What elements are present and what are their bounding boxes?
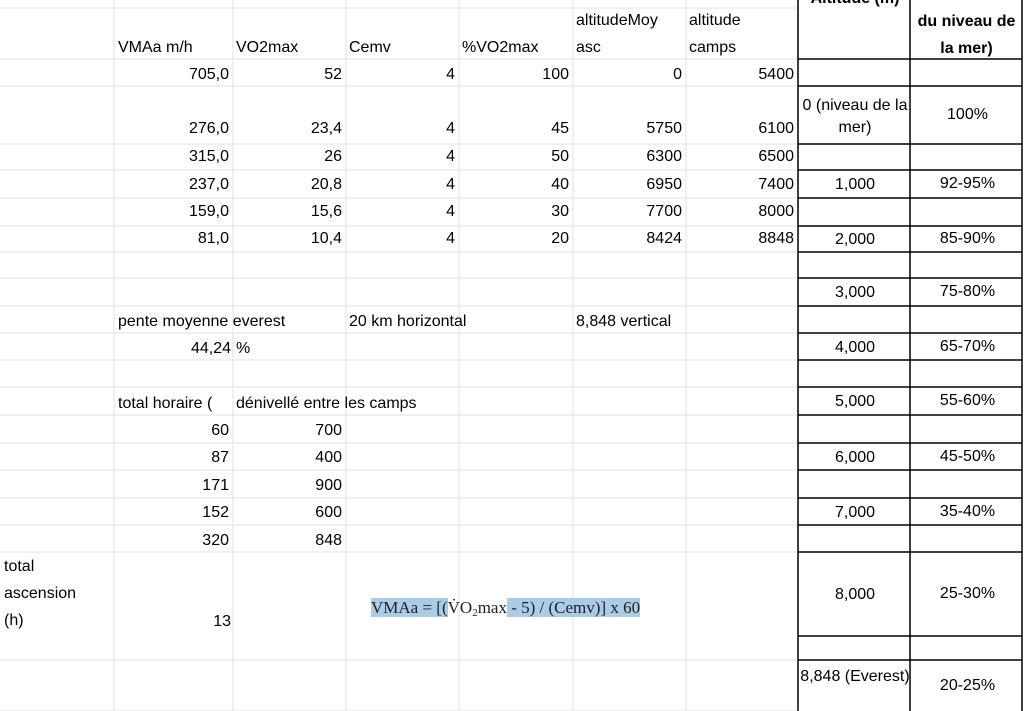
formula-subscript: 2 bbox=[472, 607, 478, 619]
header-total-horaire[interactable]: total horaire ( bbox=[118, 394, 231, 413]
cell-oxygen-percent[interactable]: 35-40% bbox=[911, 502, 1024, 521]
cell-oxygen-percent[interactable]: 85-90% bbox=[911, 229, 1024, 248]
slope-vertical[interactable]: 8,848 vertical bbox=[576, 312, 671, 331]
slope-value[interactable]: 44,24 bbox=[118, 339, 231, 358]
cell-pct[interactable]: 20 bbox=[459, 229, 569, 248]
cell-pct[interactable]: 100 bbox=[459, 65, 569, 84]
cell-oxygen-percent[interactable]: 25-30% bbox=[911, 584, 1024, 603]
cell-altitude[interactable]: 1,000 bbox=[799, 174, 911, 196]
total-ascension-line1[interactable]: total bbox=[4, 557, 34, 576]
cell-cemv[interactable]: 4 bbox=[346, 147, 455, 166]
cell-alt-moy[interactable]: 0 bbox=[573, 65, 682, 84]
total-ascension-value[interactable]: 13 bbox=[118, 612, 231, 631]
cell-alt-moy[interactable]: 8424 bbox=[573, 229, 682, 248]
cell-vmaa[interactable]: 315,0 bbox=[114, 147, 229, 166]
cell-vo2max[interactable]: 20,8 bbox=[233, 175, 342, 194]
cell-altitude[interactable]: 3,000 bbox=[799, 282, 911, 304]
cell-pct[interactable]: 30 bbox=[459, 202, 569, 221]
cell-vmaa[interactable]: 159,0 bbox=[114, 202, 229, 221]
cell-vmaa[interactable]: 276,0 bbox=[114, 119, 229, 138]
header-niveau-mer[interactable]: du niveau de la mer) bbox=[911, 8, 1022, 62]
formula-lhs: VMAa = [( bbox=[371, 598, 448, 617]
cell-oxygen-percent[interactable]: 20-25% bbox=[911, 676, 1024, 695]
cell-alt-moy[interactable]: 6300 bbox=[573, 147, 682, 166]
cell-pct[interactable]: 45 bbox=[459, 119, 569, 138]
cell-oxygen-percent[interactable]: 45-50% bbox=[911, 447, 1024, 466]
cell-altitude[interactable]: 2,000 bbox=[799, 229, 911, 251]
cell-vo2max[interactable]: 10,4 bbox=[233, 229, 342, 248]
header-pct-vo2max[interactable]: %VO2max bbox=[462, 38, 538, 57]
cell-alt-moy[interactable]: 5750 bbox=[573, 119, 682, 138]
cell-vo2max[interactable]: 15,6 bbox=[233, 202, 342, 221]
cell-pct[interactable]: 40 bbox=[459, 175, 569, 194]
slope-label[interactable]: pente moyenne everest bbox=[118, 312, 285, 331]
cell-oxygen-percent[interactable]: 55-60% bbox=[911, 391, 1024, 410]
header-altitude-camps-line2[interactable]: camps bbox=[689, 38, 736, 57]
cell-alt-camps[interactable]: 6500 bbox=[686, 147, 794, 166]
cell-alt-camps[interactable]: 6100 bbox=[686, 119, 794, 138]
cell-denivelle[interactable]: 400 bbox=[233, 448, 342, 467]
cell-vmaa[interactable]: 81,0 bbox=[114, 229, 229, 248]
cell-vo2max[interactable]: 26 bbox=[233, 147, 342, 166]
cell-denivelle[interactable]: 600 bbox=[233, 503, 342, 522]
cell-total-horaire[interactable]: 60 bbox=[114, 421, 229, 440]
cell-vmaa[interactable]: 237,0 bbox=[114, 175, 229, 194]
cell-oxygen-percent[interactable]: 92-95% bbox=[911, 174, 1024, 193]
cell-altitude[interactable]: 5,000 bbox=[799, 391, 911, 413]
cell-alt-camps[interactable]: 8848 bbox=[686, 229, 794, 248]
cell-cemv[interactable]: 4 bbox=[346, 202, 455, 221]
cell-altitude[interactable]: 0 (niveau de la mer) bbox=[799, 95, 911, 139]
cell-oxygen-percent[interactable]: 65-70% bbox=[911, 337, 1024, 356]
formula-max: max bbox=[477, 598, 507, 617]
header-denivelle[interactable]: dénivellé entre les camps bbox=[236, 394, 417, 413]
formula-vo: V̇O bbox=[447, 598, 473, 617]
cell-cemv[interactable]: 4 bbox=[346, 119, 455, 138]
cell-alt-moy[interactable]: 6950 bbox=[573, 175, 682, 194]
vmaa-formula[interactable]: VMAa = [(V̇O2max - 5) / (Cemv)] x 60 bbox=[371, 597, 641, 619]
cell-oxygen-percent[interactable]: 75-80% bbox=[911, 282, 1024, 301]
cell-total-horaire[interactable]: 87 bbox=[114, 448, 229, 467]
header-altitude-moy-line2[interactable]: asc bbox=[576, 38, 601, 57]
cell-total-horaire[interactable]: 152 bbox=[114, 503, 229, 522]
formula-rest: - 5) / (Cemv)] x 60 bbox=[506, 598, 641, 617]
cell-cemv[interactable]: 4 bbox=[346, 175, 455, 194]
cell-cemv[interactable]: 4 bbox=[346, 229, 455, 248]
cell-oxygen-percent[interactable]: 100% bbox=[911, 105, 1024, 124]
cell-vo2max[interactable]: 52 bbox=[233, 65, 342, 84]
cell-alt-moy[interactable]: 7700 bbox=[573, 202, 682, 221]
cell-pct[interactable]: 50 bbox=[459, 147, 569, 166]
cell-total-horaire[interactable]: 171 bbox=[114, 476, 229, 495]
cell-denivelle[interactable]: 848 bbox=[233, 531, 342, 550]
cell-altitude[interactable]: 4,000 bbox=[799, 337, 911, 359]
cell-altitude[interactable]: 7,000 bbox=[799, 502, 911, 524]
slope-horizontal[interactable]: 20 km horizontal bbox=[349, 312, 466, 331]
header-altitude-moy-line1[interactable]: altitudeMoy bbox=[576, 11, 658, 30]
header-altitude-m[interactable]: Altitude (m) bbox=[800, 0, 910, 10]
cell-altitude[interactable]: 8,000 bbox=[799, 584, 911, 606]
cell-cemv[interactable]: 4 bbox=[346, 65, 455, 84]
slope-unit[interactable]: % bbox=[236, 339, 250, 358]
cell-alt-camps[interactable]: 5400 bbox=[686, 65, 794, 84]
header-cemv[interactable]: Cemv bbox=[349, 38, 391, 57]
cell-alt-camps[interactable]: 7400 bbox=[686, 175, 794, 194]
total-ascension-line3[interactable]: (h) bbox=[4, 611, 24, 630]
cell-altitude[interactable]: 8,848 (Everest) bbox=[799, 666, 911, 688]
cell-vo2max[interactable]: 23,4 bbox=[233, 119, 342, 138]
header-vmaa[interactable]: VMAa m/h bbox=[118, 38, 193, 57]
header-vo2max[interactable]: VO2max bbox=[236, 38, 298, 57]
cell-total-horaire[interactable]: 320 bbox=[114, 531, 229, 550]
cell-denivelle[interactable]: 900 bbox=[233, 476, 342, 495]
cell-alt-camps[interactable]: 8000 bbox=[686, 202, 794, 221]
cell-vmaa[interactable]: 705,0 bbox=[114, 65, 229, 84]
total-ascension-line2[interactable]: ascension bbox=[4, 584, 76, 603]
cell-altitude[interactable]: 6,000 bbox=[799, 447, 911, 469]
header-altitude-camps-line1[interactable]: altitude bbox=[689, 11, 741, 30]
cell-denivelle[interactable]: 700 bbox=[233, 421, 342, 440]
